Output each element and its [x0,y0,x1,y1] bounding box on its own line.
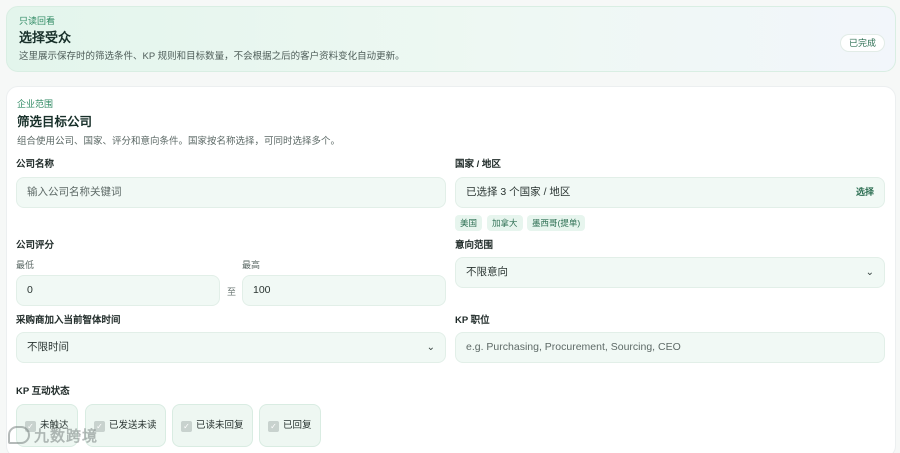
kp-title-input[interactable]: e.g. Purchasing, Procurement, Sourcing, … [455,332,885,363]
rating-max-input[interactable]: 100 [242,275,446,306]
kp-status-option[interactable]: ✓ 已回复 [259,404,321,447]
banner-eyebrow: 只读回看 [19,16,56,26]
company-name-label: 公司名称 [16,159,55,170]
kp-status-label: KP 互动状态 [16,386,70,397]
card-description: 组合使用公司、国家、评分和意向条件。国家按名称选择，可同时选择多个。 [17,136,341,147]
chevron-down-icon: ⌄ [426,342,435,353]
status-badge: 已完成 [839,34,885,52]
chevron-down-icon: ⌄ [865,267,874,278]
rating-range-separator: 至 [227,287,237,297]
country-tag: 美国 [455,215,483,231]
card-eyebrow: 企业范围 [17,99,54,109]
banner-title: 选择受众 [19,30,72,45]
watermark-text: 九数跨境 [34,428,99,445]
rating-min-label: 最低 [16,260,35,270]
check-icon: ✓ [268,421,279,432]
rating-min-input[interactable]: 0 [16,275,220,306]
kp-status-option[interactable]: ✓ 已读未回复 [172,404,253,447]
readonly-banner: 只读回看 选择受众 这里展示保存时的筛选条件、KP 规则和目标数量，不会根据之后… [6,6,896,72]
kp-status-option-label: 已读未回复 [196,420,244,431]
country-tag: 墨西哥(提单) [527,215,586,231]
kp-status-option-label: 已发送未读 [109,420,157,431]
country-tag: 加拿大 [487,215,523,231]
watermark-logo-icon [8,426,30,444]
banner-description: 这里展示保存时的筛选条件、KP 规则和目标数量，不会根据之后的客户资料变化自动更… [19,51,405,62]
company-name-input[interactable]: 输入公司名称关键词 [16,177,446,208]
rating-min-value: 0 [27,284,33,296]
country-label: 国家 / 地区 [455,159,501,170]
country-select-button[interactable]: 选择 [856,178,874,207]
company-name-placeholder: 输入公司名称关键词 [27,186,122,198]
intent-select[interactable]: 不限意向 ⌄ [455,257,885,288]
buyer-time-label: 采购商加入当前智体时间 [16,315,121,326]
buyer-time-selected-value: 不限时间 [27,341,69,353]
watermark: 九数跨境 [8,425,98,446]
rating-max-label: 最高 [242,260,261,270]
kp-title-label: KP 职位 [455,315,490,326]
kp-status-option-label: 已回复 [283,420,312,431]
intent-selected-value: 不限意向 [466,266,508,278]
buyer-time-select[interactable]: 不限时间 ⌄ [16,332,446,363]
card-title: 筛选目标公司 [17,115,93,129]
country-selected-summary: 已选择 3 个国家 / 地区 [466,186,571,198]
country-selector[interactable]: 已选择 3 个国家 / 地区 选择 [455,177,885,208]
intent-label: 意向范围 [455,240,494,251]
rating-max-value: 100 [253,284,271,296]
check-icon: ✓ [181,421,192,432]
rating-label: 公司评分 [16,240,55,251]
kp-title-placeholder: e.g. Purchasing, Procurement, Sourcing, … [466,341,681,353]
